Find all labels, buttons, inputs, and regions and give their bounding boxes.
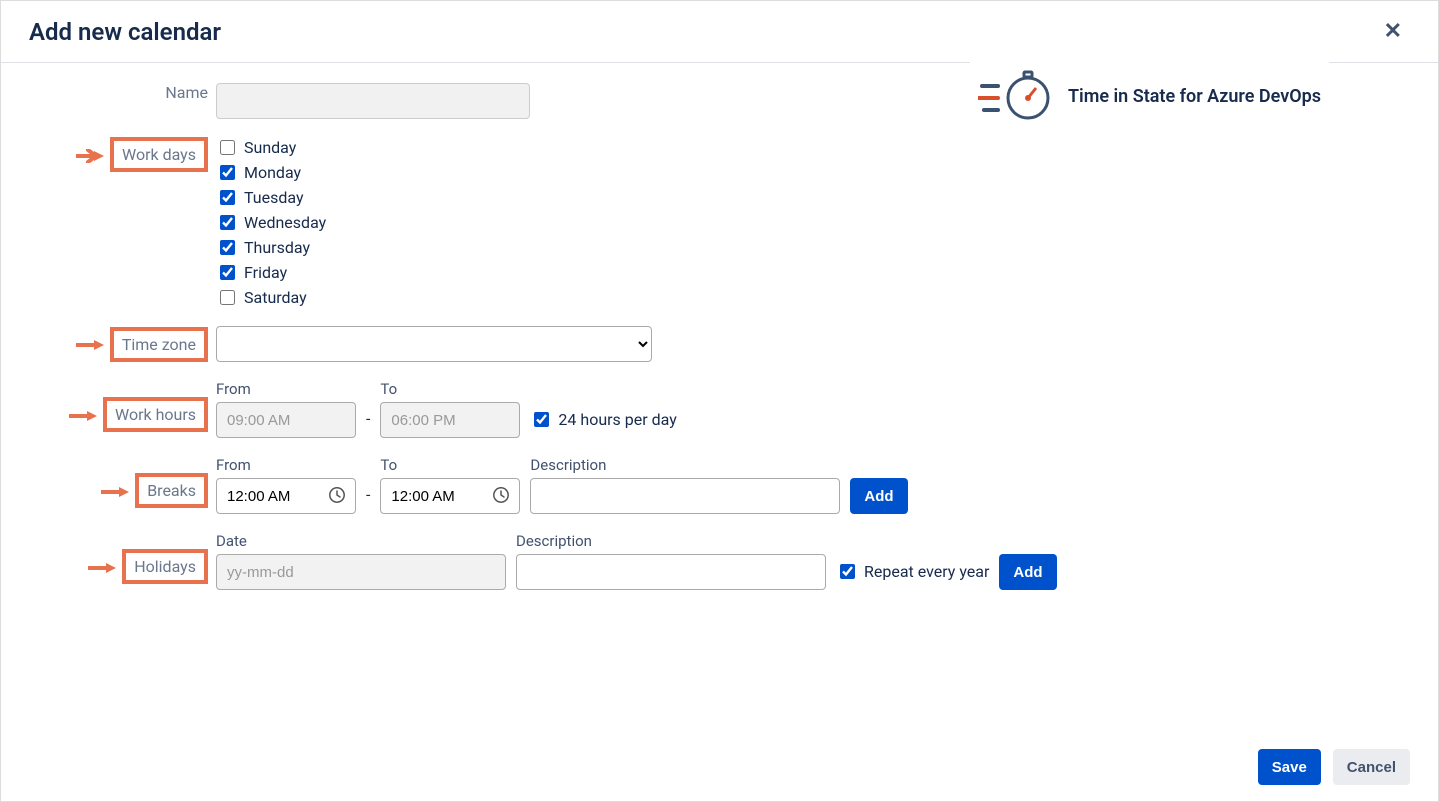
dash-separator: - [366,409,370,438]
repeat-checkbox[interactable] [840,564,855,579]
day-checkbox-wednesday[interactable] [220,215,235,230]
day-label: Tuesday [244,188,304,207]
add-holiday-button[interactable]: Add [999,554,1056,590]
arrow-icon [69,408,97,422]
highlight-work-days: Work days [110,137,208,172]
add-break-button[interactable]: Add [850,478,907,514]
highlight-work-hours: Work hours [103,397,208,432]
day-item-thursday[interactable]: Thursday [216,237,326,258]
dialog-title: Add new calendar [29,18,221,46]
day-checkbox-sunday[interactable] [220,140,235,155]
work-hours-to-input[interactable] [380,402,520,438]
dialog-footer: Save Cancel [1,733,1438,801]
dialog-body: Name Work days Sunday Monday Tuesday Wednes… [1,63,1438,733]
highlight-breaks: Breaks [135,473,208,508]
label-breaks: Breaks [147,481,196,500]
label-date: Date [216,532,506,550]
label-to: To [380,380,520,398]
holiday-description-input[interactable] [516,554,826,590]
highlight-time-zone: Time zone [110,327,208,362]
label-from: From [216,456,356,474]
day-item-saturday[interactable]: Saturday [216,287,326,308]
arrow-icon [76,337,104,351]
row-work-hours: Work hours From - To 24 hours per day [21,380,1418,438]
arrow-icon [101,484,129,498]
cancel-button[interactable]: Cancel [1333,749,1410,785]
day-checkbox-friday[interactable] [220,265,235,280]
holiday-date-input[interactable] [216,554,506,590]
repeat-toggle[interactable]: Repeat every year [836,561,989,590]
repeat-label: Repeat every year [864,562,989,581]
day-label: Friday [244,263,287,282]
stopwatch-icon [978,66,1052,126]
dialog-header: Add new calendar ✕ [1,1,1438,63]
branding-banner: Time in State for Azure DevOps [970,62,1329,130]
work-days-list: Sunday Monday Tuesday Wednesday Thursday Frid… [216,137,326,308]
label-work-days: Work days [122,145,196,164]
label-description: Description [530,456,840,474]
day-item-friday[interactable]: Friday [216,262,326,283]
label-description: Description [516,532,826,550]
label-to: To [380,456,520,474]
day-checkbox-saturday[interactable] [220,290,235,305]
all-day-label: 24 hours per day [558,410,676,429]
day-checkbox-thursday[interactable] [220,240,235,255]
row-work-days: Work days Sunday Monday Tuesday Wednesday Th… [21,137,1418,308]
day-label: Thursday [244,238,310,257]
row-time-zone: Time zone [21,326,1418,362]
close-button[interactable]: ✕ [1376,15,1410,48]
row-holidays: Holidays Date Description Repeat every y… [21,532,1418,590]
label-time-zone: Time zone [122,335,196,354]
day-label: Monday [244,163,301,182]
day-label: Sunday [244,138,296,157]
label-from: From [216,380,356,398]
breaks-from-input[interactable] [216,478,356,514]
all-day-checkbox[interactable] [534,412,549,427]
all-day-toggle[interactable]: 24 hours per day [530,409,676,438]
name-input[interactable] [216,83,530,119]
arrow-icon [76,148,104,162]
day-item-sunday[interactable]: Sunday [216,137,326,158]
time-zone-select[interactable] [216,326,652,362]
label-holidays: Holidays [134,557,196,576]
day-checkbox-monday[interactable] [220,165,235,180]
branding-text: Time in State for Azure DevOps [1068,86,1321,107]
day-item-tuesday[interactable]: Tuesday [216,187,326,208]
arrow-icon [88,560,116,574]
highlight-holidays: Holidays [122,549,208,584]
day-label: Saturday [244,288,307,307]
day-item-wednesday[interactable]: Wednesday [216,212,326,233]
breaks-to-input[interactable] [380,478,520,514]
day-label: Wednesday [244,213,326,232]
work-hours-from-input[interactable] [216,402,356,438]
save-button[interactable]: Save [1258,749,1321,785]
label-work-hours: Work hours [115,405,196,424]
dash-separator: - [366,485,370,514]
row-breaks: Breaks From - To [21,456,1418,514]
breaks-description-input[interactable] [530,478,840,514]
add-calendar-dialog: Add new calendar ✕ Time in State for [0,0,1439,802]
day-checkbox-tuesday[interactable] [220,190,235,205]
label-name: Name [165,83,208,102]
day-item-monday[interactable]: Monday [216,162,326,183]
